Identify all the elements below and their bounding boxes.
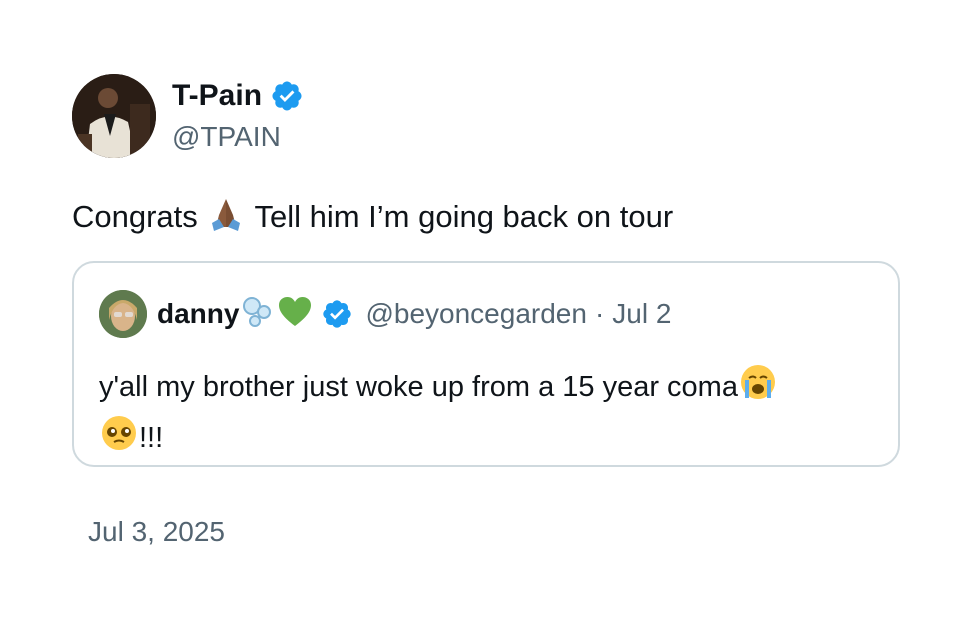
author-display-name[interactable]: T-Pain (172, 78, 262, 114)
tweet-text: Congrats Tell him I’m going back on tour (72, 193, 673, 243)
author-names: T-Pain @TPAIN (172, 78, 304, 154)
display-name-row: T-Pain (172, 78, 304, 114)
quoted-tweet[interactable]: danny @beyoncegarden · Jul 2 y'all my br… (72, 261, 900, 467)
quoted-author-avatar[interactable] (99, 290, 147, 338)
author-handle[interactable]: @TPAIN (172, 120, 304, 154)
quoted-avatar-photo-icon (99, 290, 147, 338)
quoted-date[interactable]: Jul 2 (612, 298, 671, 330)
tweet-text-part-2: Tell him I’m going back on tour (246, 199, 674, 234)
tweet-timestamp[interactable]: Jul 3, 2025 (88, 516, 225, 548)
verified-badge-icon (270, 79, 304, 113)
quoted-tweet-header: danny @beyoncegarden · Jul 2 (99, 290, 671, 338)
folded-hands-icon (206, 193, 246, 243)
quoted-display-name[interactable]: danny (157, 298, 239, 330)
quoted-handle[interactable]: @beyoncegarden (365, 298, 586, 330)
pleading-face-icon (99, 413, 139, 464)
avatar-photo-icon (72, 74, 156, 158)
loudly-crying-face-icon (738, 362, 778, 413)
quoted-separator: · (594, 298, 605, 329)
bubbles-icon (241, 295, 275, 334)
quoted-text-tail: !!! (139, 422, 164, 454)
tweet-card: T-Pain @TPAIN Congrats Tell him I’m goin… (0, 0, 970, 628)
quoted-text-body: y'all my brother just woke up from a 15 … (99, 371, 738, 403)
quoted-verified-badge-icon (321, 298, 353, 330)
tweet-header: T-Pain @TPAIN (72, 74, 304, 158)
tweet-text-part-1: Congrats (72, 199, 207, 234)
green-heart-icon (277, 295, 313, 334)
author-avatar[interactable] (72, 74, 156, 158)
quoted-tweet-text: y'all my brother just woke up from a 15 … (99, 362, 859, 464)
